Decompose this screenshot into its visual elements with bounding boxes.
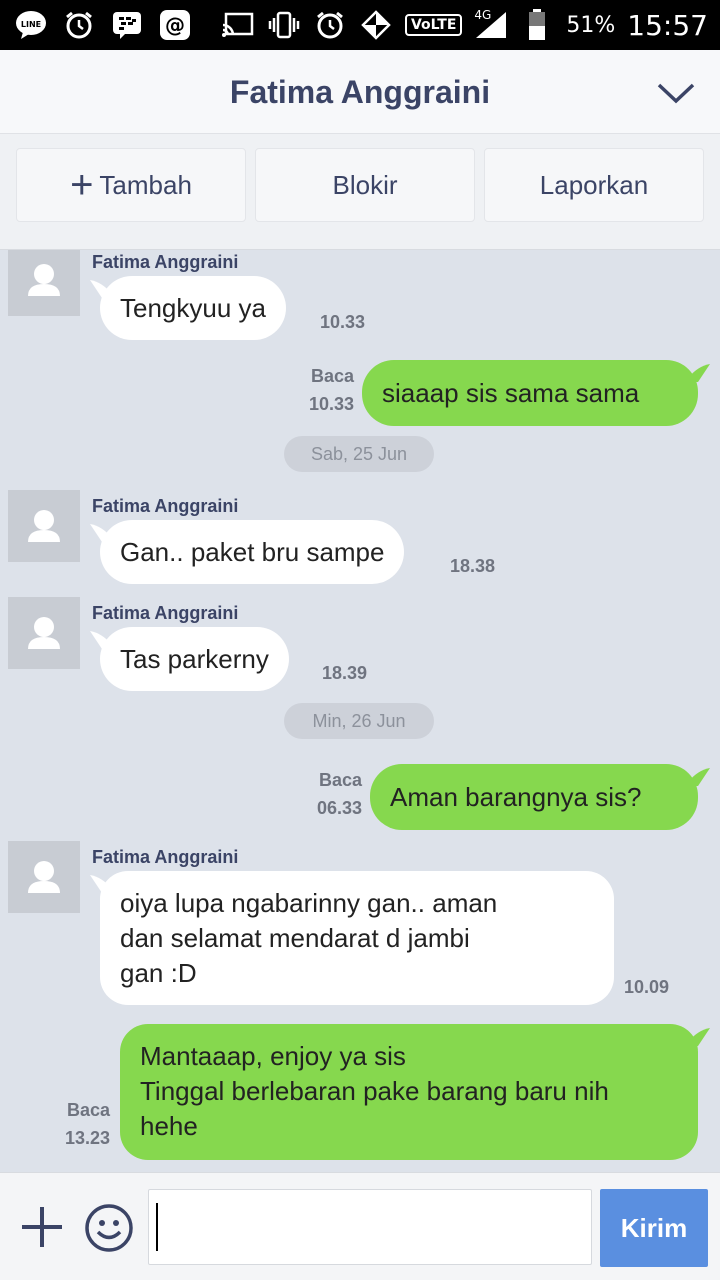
svg-text:LINE: LINE [21,20,41,29]
message-time: 10.09 [624,977,670,997]
bubble-tail [688,1028,710,1046]
read-label: Baca [310,366,354,386]
svg-text:@: @ [165,13,185,37]
message-time: 10.33 [308,394,354,414]
status-bar: LINE @ VoLTE 4G 51% 15:57 [0,0,720,50]
report-button[interactable]: Laporkan [484,148,704,222]
message-bubble-in[interactable]: oiya lupa ngabarinny gan.. aman dan sela… [100,871,614,1005]
message-time: 18.39 [322,663,368,683]
bubble-tail [688,364,710,382]
block-button[interactable]: Blokir [255,148,475,222]
contact-name: Fatima Anggraini [229,74,491,110]
send-button[interactable]: Kirim [600,1189,708,1267]
line-icon: LINE [14,8,48,42]
alarm-icon [62,8,96,42]
message-bubble-out[interactable]: Mantaaap, enjoy ya sis Tinggal berlebara… [120,1024,698,1160]
message-bubble-in[interactable]: Gan.. paket bru sampe [100,520,405,584]
avatar[interactable] [8,250,80,316]
message-bubble-out[interactable]: siaaap sis sama sama [362,360,698,426]
chevron-down-icon[interactable] [656,76,696,110]
bubble-tail [688,768,710,786]
cast-icon [221,8,255,42]
message-input[interactable] [148,1189,592,1265]
add-friend-label: Tambah [99,169,192,200]
sender-name: Fatima Anggraini [92,847,239,867]
read-label: Baca [66,1100,110,1120]
bbm-icon [110,8,144,42]
message-input-bar: Kirim [0,1172,720,1280]
message-bubble-in[interactable]: Tas parkerny [100,627,289,691]
sender-name: Fatima Anggraini [92,252,239,272]
chat-area[interactable]: Fatima Anggraini Tengkyuu ya 10.33 Baca … [0,250,720,1172]
text-caret [156,1203,158,1251]
plus-icon: + [70,163,94,207]
block-label: Blokir [332,169,398,200]
data-icon [359,8,393,42]
avatar[interactable] [8,841,80,913]
report-label: Laporkan [539,169,649,200]
at-icon: @ [158,8,192,42]
message-bubble-out[interactable]: Aman barangnya sis? [370,764,698,830]
date-separator: Min, 26 Jun [284,703,434,739]
add-friend-button[interactable]: + Tambah [16,148,246,222]
message-time: 06.33 [316,798,362,818]
avatar[interactable] [8,490,80,562]
read-receipt: Baca 13.23 [50,1096,110,1152]
date-separator: Sab, 25 Jun [284,436,434,472]
battery-icon [520,8,554,42]
vibrate-icon [267,8,301,42]
status-icons-left: LINE @ [14,8,192,42]
message-bubble-in[interactable]: Tengkyuu ya [100,276,286,340]
message-time: 10.33 [320,312,366,332]
action-bar: + Tambah Blokir Laporkan [0,134,720,250]
plus-icon[interactable] [20,1205,64,1249]
network-label: 4G [474,8,492,22]
sender-name: Fatima Anggraini [92,496,239,516]
message-time: 18.38 [450,556,496,576]
emoji-icon[interactable] [84,1203,134,1253]
read-label: Baca [318,770,362,790]
battery-percent: 51% [566,12,616,38]
alarm-icon-2 [313,8,347,42]
read-receipt: Baca 06.33 [298,766,362,822]
status-icons-right: VoLTE 4G 51% 15:57 [221,0,708,50]
signal-icon: 4G [474,8,508,42]
volte-indicator: VoLTE [404,14,463,36]
message-time: 13.23 [64,1128,110,1148]
chat-header: Fatima Anggraini [0,50,720,134]
avatar[interactable] [8,597,80,669]
read-receipt: Baca 10.33 [290,362,354,418]
sender-name: Fatima Anggraini [92,603,239,623]
clock: 15:57 [627,8,708,42]
